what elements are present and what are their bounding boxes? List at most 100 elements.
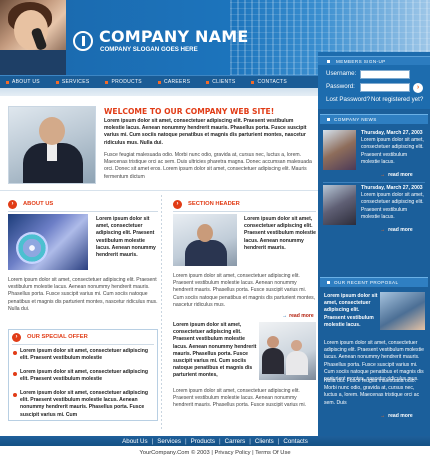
nav-label: about us — [12, 79, 40, 85]
news-item: Thursday, March 27, 2003 Lorem ipsum dol… — [361, 130, 425, 166]
handshake-image — [380, 292, 425, 330]
company-news-title: company news — [334, 116, 377, 122]
logo-icon[interactable] — [73, 31, 93, 51]
company-slogan: COMPANY SLOGAN GOES HERE — [100, 46, 198, 53]
recent-proposal-paragraph: Lorem ipsum dolor sit amet, consectetuer… — [324, 340, 424, 383]
bullet-icon — [55, 80, 59, 84]
news-text: Lorem ipsum dolor sit amet, consectetuer… — [361, 137, 424, 165]
read-more-label: read more — [388, 227, 413, 233]
arrow-right-icon: › — [8, 199, 17, 209]
footer-link-clients[interactable]: Clients — [255, 438, 274, 445]
company-name[interactable]: COMPANY NAME — [99, 29, 248, 45]
news-image — [323, 185, 356, 225]
footer-link-products[interactable]: Products — [191, 438, 215, 445]
bullet-icon — [157, 80, 161, 84]
divider — [8, 211, 158, 212]
offer-item: Lorem ipsum dolor sit amet, consectetuer… — [20, 390, 148, 418]
footer-link-contacts[interactable]: Contacts — [283, 438, 307, 445]
divider — [173, 211, 316, 212]
bullet-icon — [6, 80, 9, 84]
nav-subbar — [0, 88, 318, 96]
footer-link-services[interactable]: Services — [157, 438, 181, 445]
news-date: Thursday, March 27, 2003 — [361, 185, 423, 191]
recent-proposal-intro: Lorem ipsum dolor sit amet, consectetuer… — [324, 293, 378, 328]
offer-item: Lorem ipsum dolor sit amet, consectetuer… — [20, 348, 148, 362]
section-intro: Lorem ipsum dolor sit amet, consectetuer… — [244, 216, 316, 251]
about-us-header: › ABOUT US — [8, 198, 53, 210]
news-read-more-link[interactable]: → read more — [380, 227, 413, 233]
section-title: SECTION HEADER — [188, 201, 240, 207]
read-more-label: read more — [289, 313, 314, 319]
bullet-icon — [327, 60, 330, 63]
about-us-disk-image — [8, 214, 88, 270]
username-label: Username: — [326, 70, 357, 77]
footer-link-carrers[interactable]: Carrers — [225, 438, 246, 445]
login-go-button[interactable]: › — [413, 83, 423, 93]
footer-copyright: YourCompany.Com © 2003 | Privacy Policy … — [139, 450, 291, 456]
nav-item-contacts[interactable]: contacts — [245, 76, 287, 89]
nav-item-products[interactable]: products — [99, 76, 151, 89]
meeting-photo — [259, 322, 316, 380]
column-divider — [161, 195, 162, 431]
read-more-label: read more — [388, 172, 413, 178]
news-image — [323, 130, 356, 170]
bullet-icon — [13, 372, 17, 376]
divider — [0, 190, 318, 191]
read-more-link[interactable]: → read more — [282, 313, 314, 319]
special-offer-title: OUR SPECIAL OFFER — [27, 334, 88, 340]
about-us-intro: Lorem ipsum dolor sit amet, consectetuer… — [96, 216, 156, 259]
nav-label: products — [111, 79, 142, 85]
nav-label: careers — [163, 79, 191, 85]
lost-password-link[interactable]: Lost Password? — [326, 96, 370, 104]
news-text: Lorem ipsum dolor sit amet, consectetuer… — [361, 192, 424, 220]
news-read-more-link[interactable]: → read more — [380, 172, 413, 178]
arrow-right-icon: → — [282, 313, 288, 319]
arrow-right-icon: › — [173, 199, 182, 209]
bullet-icon — [251, 80, 255, 84]
arrow-right-icon: → — [380, 172, 386, 178]
read-more-label: read more — [388, 413, 413, 419]
news-date: Thursday, March 27, 2003 — [361, 130, 423, 136]
bullet-icon — [327, 281, 330, 284]
register-link[interactable]: Not registered yet? — [371, 96, 423, 104]
nav-item-about-us[interactable]: about us — [0, 76, 50, 89]
nav-label: contacts — [257, 79, 287, 85]
nav-item-services[interactable]: services — [50, 76, 100, 89]
arrow-right-icon: › — [12, 332, 21, 342]
special-offer-header: › OUR SPECIAL OFFER — [12, 331, 88, 343]
signup-header: members sign-up — [318, 56, 430, 65]
welcome-paragraph: Fusce feugiat malesuada odio. Morbi nunc… — [104, 152, 312, 180]
nav-label: clients — [212, 79, 236, 85]
bullet-icon — [13, 351, 17, 355]
bullet-icon — [105, 80, 109, 84]
nav-item-clients[interactable]: clients — [200, 76, 245, 89]
footer-link-about-us[interactable]: About Us — [122, 438, 147, 445]
footer-nav: About Us | Services | Products | Carrers | C… — [0, 436, 430, 446]
password-label: Password: — [326, 83, 355, 90]
welcome-intro: Lorem ipsum dolor sit amet, consectetuer… — [104, 118, 307, 146]
recent-proposal-paragraph-2: Nulla dui. Fusce feugiat malesuada odio.… — [324, 378, 420, 406]
bullet-icon — [13, 393, 17, 397]
password-input[interactable] — [360, 83, 410, 92]
bullet-icon — [206, 80, 210, 84]
recent-read-more-link[interactable]: → read more — [380, 413, 413, 419]
divider — [323, 182, 425, 183]
about-us-title: ABOUT US — [23, 201, 54, 207]
businessman-photo — [8, 106, 96, 184]
username-input[interactable] — [360, 70, 410, 79]
company-news-header: company news — [320, 114, 428, 124]
divider — [12, 344, 154, 345]
separator: | — [219, 437, 221, 445]
about-us-paragraph: Lorem ipsum dolor sit amet, consectetuer… — [8, 277, 158, 312]
signup-title: members sign-up — [336, 58, 386, 64]
nav-item-careers[interactable]: careers — [152, 76, 200, 89]
separator: | — [277, 437, 280, 445]
news-item: Thursday, March 27, 2003 Lorem ipsum dol… — [361, 185, 425, 221]
recent-proposal-header: our recent proposal — [320, 277, 428, 287]
separator: | — [249, 437, 251, 445]
arrow-right-icon: → — [380, 413, 386, 419]
header-operator-photo — [0, 0, 66, 75]
arrow-right-icon: → — [380, 227, 386, 233]
offer-item: Lorem ipsum dolor sit amet, consectetuer… — [20, 369, 148, 383]
section-header: › SECTION HEADER — [173, 198, 240, 210]
